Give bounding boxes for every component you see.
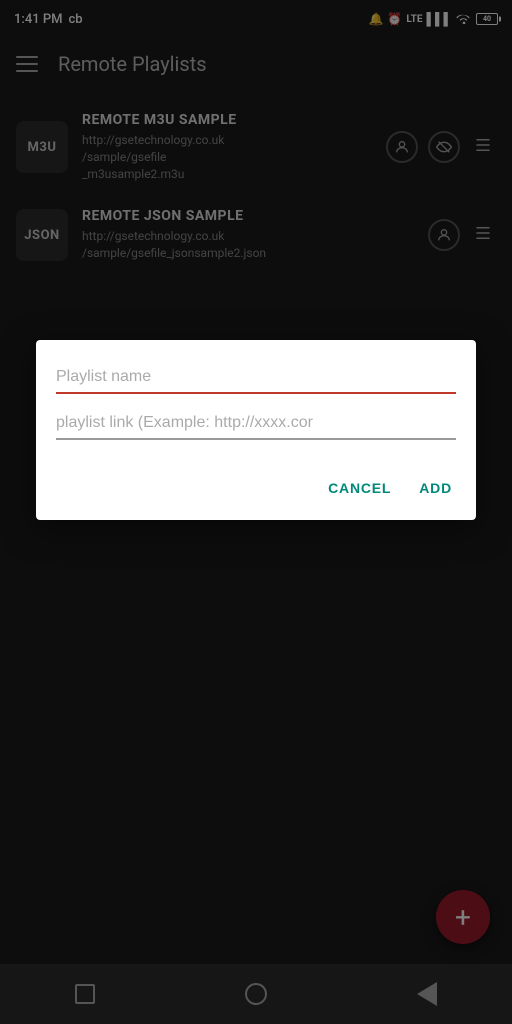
playlist-name-input[interactable] bbox=[56, 364, 456, 394]
add-button[interactable]: ADD bbox=[415, 472, 456, 504]
cancel-button[interactable]: CANCEL bbox=[324, 472, 395, 504]
dialog-actions: CANCEL ADD bbox=[56, 464, 456, 504]
add-playlist-dialog: CANCEL ADD bbox=[36, 340, 476, 520]
playlist-link-input[interactable] bbox=[56, 410, 456, 440]
link-field bbox=[56, 410, 456, 440]
name-field bbox=[56, 364, 456, 394]
